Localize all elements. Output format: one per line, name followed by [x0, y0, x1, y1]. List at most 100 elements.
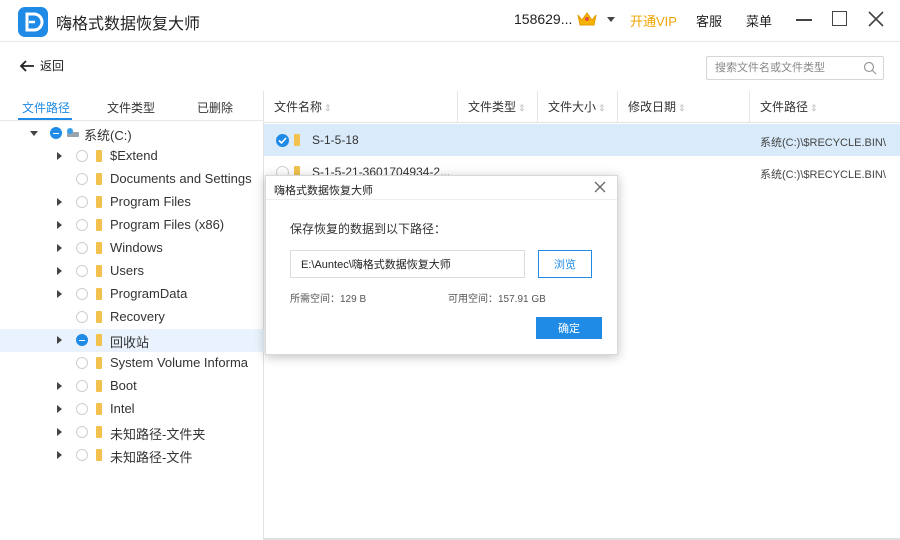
folder-icon: [96, 242, 102, 254]
tree-label: 未知路径-文件: [110, 450, 193, 465]
tree-checkbox[interactable]: [76, 357, 88, 369]
tree-checkbox[interactable]: [76, 426, 88, 438]
tree-item[interactable]: Boot: [0, 375, 264, 398]
available-space: 可用空间：157.91 GB: [448, 294, 546, 305]
browse-button[interactable]: 浏览: [538, 250, 592, 278]
chevron-right-icon[interactable]: [57, 451, 62, 459]
column-label: 文件大小: [548, 100, 597, 114]
menu-button[interactable]: 菜单: [746, 11, 772, 30]
tree-item[interactable]: 未知路径-文件夹: [0, 421, 264, 444]
sort-icon: ⇕: [810, 103, 818, 113]
tree-item[interactable]: ProgramData: [0, 283, 264, 306]
minimize-icon[interactable]: [796, 19, 812, 21]
folder-icon: [96, 403, 102, 415]
chevron-right-icon[interactable]: [57, 198, 62, 206]
column-header-modified[interactable]: 修改日期 ⇕: [618, 91, 750, 123]
tree-checkbox[interactable]: [76, 219, 88, 231]
tree-checkbox[interactable]: [76, 173, 88, 185]
tree-checkbox[interactable]: [76, 311, 88, 323]
tree-checkbox[interactable]: [76, 265, 88, 277]
tree-item[interactable]: Recovery: [0, 306, 264, 329]
tree-root-c-drive[interactable]: 系统(C:): [0, 122, 264, 145]
tab-deleted[interactable]: 已删除: [197, 99, 233, 116]
tree-label: 系统(C:): [84, 128, 132, 143]
tree-item[interactable]: $Extend: [0, 145, 264, 168]
confirm-button[interactable]: 确定: [536, 317, 602, 339]
search-input[interactable]: [706, 56, 884, 80]
chevron-down-icon[interactable]: [30, 131, 38, 136]
tree-item[interactable]: Documents and Settings: [0, 168, 264, 191]
dialog-header: 嗨格式数据恢复大师: [266, 176, 617, 200]
tree-item[interactable]: Users: [0, 260, 264, 283]
save-path-input[interactable]: [290, 250, 525, 278]
tree-item[interactable]: Program Files: [0, 191, 264, 214]
tree-checkbox[interactable]: [76, 380, 88, 392]
open-vip-link[interactable]: 开通VIP: [630, 11, 677, 30]
column-header-size[interactable]: 文件大小 ⇕: [538, 91, 618, 123]
folder-icon: [294, 134, 300, 146]
user-id[interactable]: 158629...: [514, 11, 572, 27]
save-path-dialog: 嗨格式数据恢复大师 保存恢复的数据到以下路径： 浏览 所需空间：129 B 可用…: [265, 175, 618, 355]
tree-checkbox[interactable]: [76, 288, 88, 300]
tree-item[interactable]: Program Files (x86): [0, 214, 264, 237]
folder-icon: [96, 380, 102, 392]
column-header-path[interactable]: 文件路径 ⇕: [750, 91, 900, 123]
maximize-icon[interactable]: [832, 11, 847, 26]
tree-label: 未知路径-文件夹: [110, 427, 206, 442]
column-header-type[interactable]: 文件类型 ⇕: [458, 91, 538, 123]
tree-item[interactable]: Intel: [0, 398, 264, 421]
chevron-right-icon[interactable]: [57, 244, 62, 252]
folder-icon: [96, 311, 102, 323]
file-table-header: 文件名称 ⇕ 文件类型 ⇕ 文件大小 ⇕ 修改日期 ⇕ 文件路径 ⇕: [264, 91, 900, 123]
chevron-right-icon[interactable]: [57, 267, 62, 275]
close-icon[interactable]: [866, 9, 886, 29]
chevron-right-icon[interactable]: [57, 152, 62, 160]
drive-icon: [67, 128, 79, 137]
app-title: 嗨格式数据恢复大师: [56, 16, 201, 33]
tree-item[interactable]: Windows: [0, 237, 264, 260]
search-icon[interactable]: [862, 60, 878, 76]
row-checkbox[interactable]: [276, 134, 289, 147]
title-bar: 嗨格式数据恢复大师 158629... 开通VIP 客服 菜单: [0, 0, 900, 42]
column-label: 文件名称: [274, 100, 323, 114]
tree-checkbox[interactable]: [76, 334, 88, 346]
column-label: 文件类型: [468, 100, 517, 114]
back-button[interactable]: 返回: [18, 57, 64, 74]
folder-icon: [96, 449, 102, 461]
column-header-name[interactable]: 文件名称 ⇕: [264, 91, 458, 123]
chevron-right-icon[interactable]: [57, 290, 62, 298]
tree-checkbox[interactable]: [76, 403, 88, 415]
folder-icon: [96, 219, 102, 231]
tree-checkbox[interactable]: [76, 242, 88, 254]
tree-checkbox[interactable]: [76, 449, 88, 461]
tree-item-recycle-bin[interactable]: 回收站: [0, 329, 264, 352]
tree-checkbox[interactable]: [76, 150, 88, 162]
tab-file-path[interactable]: 文件路径: [22, 99, 70, 116]
tree-label: $Extend: [110, 148, 158, 163]
chevron-right-icon[interactable]: [57, 336, 62, 344]
dialog-prompt: 保存恢复的数据到以下路径：: [290, 222, 447, 236]
tree-item[interactable]: 未知路径-文件: [0, 444, 264, 467]
tab-file-type[interactable]: 文件类型: [107, 99, 155, 116]
table-row[interactable]: S-1-5-18 系统(C:)\$RECYCLE.BIN\: [264, 124, 900, 156]
chevron-down-icon[interactable]: [607, 17, 615, 22]
column-label: 文件路径: [760, 100, 809, 114]
tree-item[interactable]: System Volume Informa: [0, 352, 264, 375]
tree-label: Intel: [110, 401, 135, 416]
customer-service-button[interactable]: 客服: [696, 11, 722, 30]
tree-label: Program Files: [110, 194, 191, 209]
tree-checkbox[interactable]: [50, 127, 62, 139]
chevron-right-icon[interactable]: [57, 405, 62, 413]
close-icon[interactable]: [593, 180, 607, 194]
tree-checkbox[interactable]: [76, 196, 88, 208]
app-logo: [18, 7, 48, 37]
tree-label: Recovery: [110, 309, 165, 324]
file-name: S-1-5-18: [312, 133, 359, 147]
chevron-right-icon[interactable]: [57, 221, 62, 229]
dialog-title: 嗨格式数据恢复大师: [274, 185, 373, 197]
sort-icon: ⇕: [324, 103, 332, 113]
folder-icon: [96, 357, 102, 369]
chevron-right-icon[interactable]: [57, 382, 62, 390]
tree-label: Documents and Settings: [110, 171, 252, 186]
chevron-right-icon[interactable]: [57, 428, 62, 436]
